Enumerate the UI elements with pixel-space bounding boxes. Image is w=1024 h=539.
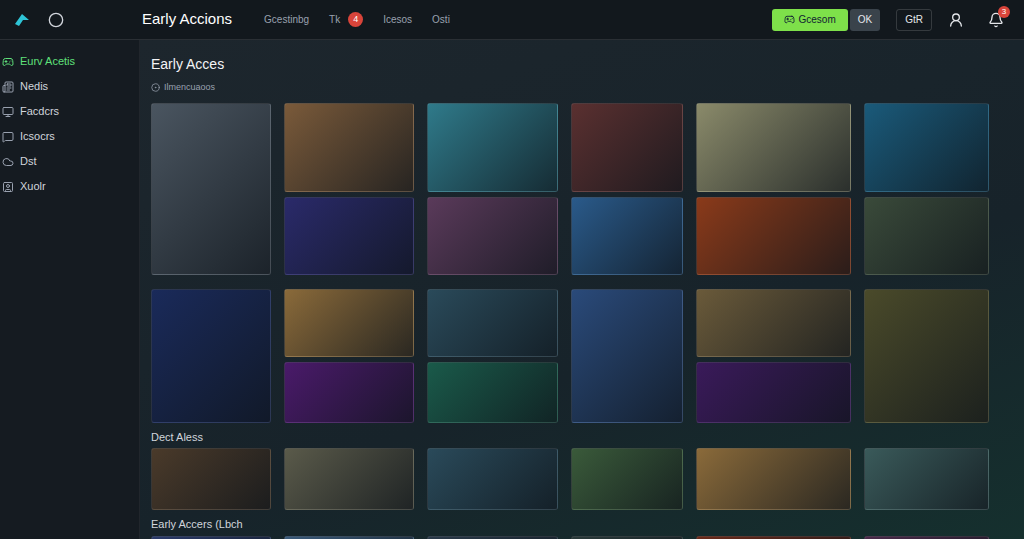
section-title: Early Accers (Lbch	[151, 516, 1024, 533]
sidebar-item-icon	[2, 56, 14, 68]
nav-badge: 4	[348, 12, 363, 27]
game-tile[interactable]	[284, 197, 414, 275]
game-tile[interactable]	[427, 536, 558, 539]
section-subtitle: Ilmencuaoos	[151, 81, 1024, 95]
game-section	[151, 289, 1024, 423]
primary-button[interactable]: Gcesom	[772, 9, 848, 31]
tile-row	[151, 448, 1024, 510]
top-nav: Gcestinbg Tk4 Icesos Osti	[264, 12, 450, 27]
tile-column	[571, 289, 683, 423]
game-tile[interactable]	[427, 289, 558, 358]
game-tile[interactable]	[864, 197, 989, 275]
sidebar: Eurv Acetis Nedis Facdcrs Icsocrs Dst Xuolr	[0, 40, 140, 539]
sidebar-item-icon	[2, 181, 14, 193]
game-tile[interactable]	[427, 448, 558, 510]
game-tile[interactable]	[571, 197, 683, 275]
game-tile[interactable]	[864, 289, 989, 423]
top-bar: Early Accions Gcestinbg Tk4 Icesos Osti Gceso…	[0, 0, 1024, 40]
sidebar-item[interactable]: Eurv Acetis	[0, 52, 139, 71]
game-tile[interactable]	[864, 536, 989, 539]
game-tile[interactable]	[696, 448, 851, 510]
game-tile[interactable]	[696, 289, 851, 358]
game-tile[interactable]	[284, 362, 414, 422]
tile-column	[864, 289, 989, 423]
account-button[interactable]: GtR	[896, 9, 932, 31]
game-tile[interactable]	[427, 103, 558, 192]
section-title: Early Acces	[151, 54, 1024, 75]
game-tile[interactable]	[151, 103, 271, 275]
tile-column	[571, 103, 683, 275]
sidebar-item-icon	[2, 131, 14, 143]
tile-column	[151, 289, 271, 423]
sidebar-item[interactable]: Icsocrs	[0, 127, 139, 146]
sidebar-item[interactable]: Facdcrs	[0, 102, 139, 121]
sidebar-item[interactable]: Nedis	[0, 77, 139, 96]
user-icon[interactable]	[948, 12, 964, 28]
tile-grid	[151, 289, 1024, 423]
tile-column	[696, 289, 851, 423]
tile-column	[427, 103, 558, 275]
ok-button[interactable]: OK	[850, 9, 880, 31]
game-section: Dect Aless	[151, 429, 1024, 511]
game-tile[interactable]	[284, 103, 414, 192]
filter-icon	[151, 83, 160, 92]
game-tile[interactable]	[571, 103, 683, 192]
tile-column	[284, 103, 414, 275]
game-tile[interactable]	[427, 197, 558, 275]
game-tile[interactable]	[571, 289, 683, 423]
game-section: Early Accers (Lbch	[151, 516, 1024, 539]
logo-icon[interactable]	[12, 10, 32, 30]
refresh-icon[interactable]	[48, 12, 64, 28]
tile-column	[284, 289, 414, 423]
tile-column	[427, 289, 558, 423]
tile-row	[151, 536, 1024, 539]
game-tile[interactable]	[284, 448, 414, 510]
tile-grid	[151, 103, 1024, 275]
sidebar-item-icon	[2, 156, 14, 168]
nav-item[interactable]: Osti	[432, 12, 450, 27]
game-tile[interactable]	[284, 536, 414, 539]
app-title: Early Accions	[142, 8, 232, 31]
app: Early Accions Gcestinbg Tk4 Icesos Osti Gceso…	[0, 0, 1024, 539]
game-section: Early Acces Ilmencuaoos	[151, 54, 1024, 275]
sidebar-item[interactable]: Xuolr	[0, 177, 139, 196]
game-tile[interactable]	[571, 536, 683, 539]
notification-badge: 3	[998, 6, 1010, 18]
sidebar-item-icon	[2, 81, 14, 93]
sidebar-item-icon	[2, 106, 14, 118]
game-tile[interactable]	[696, 103, 851, 192]
game-tile[interactable]	[151, 536, 271, 539]
game-tile[interactable]	[864, 448, 989, 510]
game-tile[interactable]	[696, 362, 851, 422]
game-tile[interactable]	[696, 197, 851, 275]
nav-item[interactable]: Tk4	[329, 12, 363, 27]
game-tile[interactable]	[571, 448, 683, 510]
game-tile[interactable]	[696, 536, 851, 539]
game-tile[interactable]	[427, 362, 558, 422]
game-tile[interactable]	[284, 289, 414, 358]
game-tile[interactable]	[864, 103, 989, 192]
tile-column	[864, 103, 989, 275]
nav-item[interactable]: Gcestinbg	[264, 12, 309, 27]
tile-column	[696, 103, 851, 275]
game-tile[interactable]	[151, 448, 271, 510]
nav-item[interactable]: Icesos	[383, 12, 412, 27]
section-title: Dect Aless	[151, 429, 1024, 446]
main-content: Early Acces Ilmencuaoos Dect Aless Early Ac…	[140, 40, 1024, 539]
gamepad-icon	[784, 14, 795, 25]
notifications[interactable]: 3	[988, 12, 1004, 28]
tile-column	[151, 103, 271, 275]
sidebar-item[interactable]: Dst	[0, 152, 139, 171]
game-tile[interactable]	[151, 289, 271, 423]
